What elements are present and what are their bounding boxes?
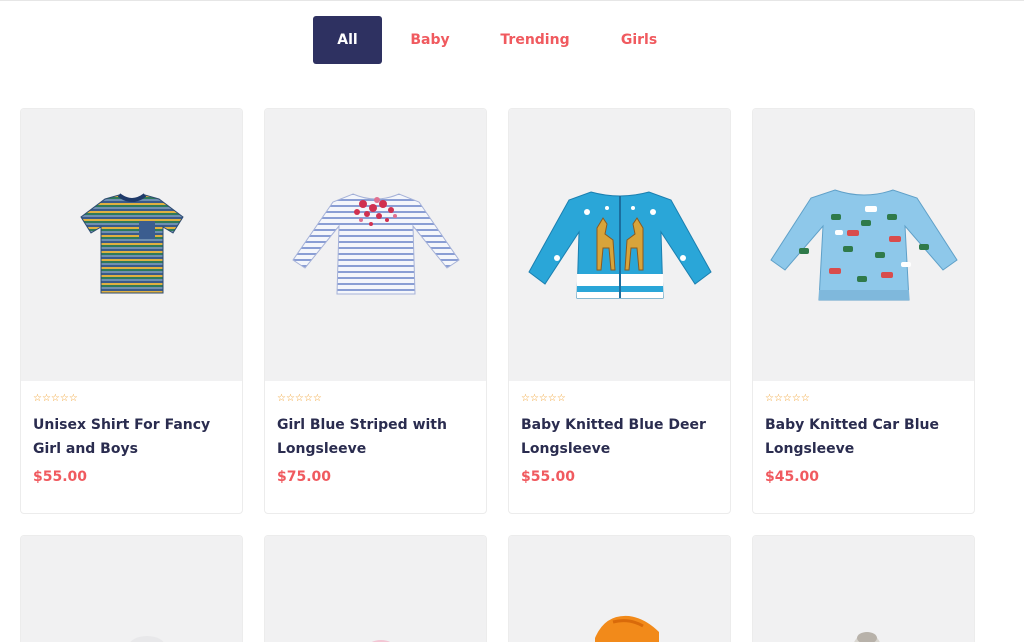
orange-shoe-icon	[595, 615, 659, 642]
deer-sweater-icon	[527, 191, 712, 299]
product-card[interactable]	[752, 535, 975, 642]
product-image[interactable]	[753, 109, 974, 381]
filter-tabs: All Baby Trending Girls	[313, 16, 686, 64]
product-image[interactable]	[753, 536, 974, 642]
rating-stars: ☆☆☆☆☆	[521, 393, 566, 404]
tab-baby[interactable]: Baby	[382, 16, 478, 64]
car-sweater-icon	[769, 189, 958, 301]
product-price: $55.00	[33, 469, 88, 485]
rating-stars: ☆☆☆☆☆	[765, 393, 810, 404]
product-grid: ☆☆☆☆☆ Unisex Shirt For Fancy Girl and Bo…	[20, 108, 976, 642]
rating-stars: ☆☆☆☆☆	[33, 393, 78, 404]
product-card[interactable]: ☆☆☆☆☆ Baby Knitted Blue Deer Longsleeve …	[508, 108, 731, 514]
tab-girls[interactable]: Girls	[592, 16, 686, 64]
product-image[interactable]	[265, 536, 486, 642]
product-image[interactable]	[265, 109, 486, 381]
rating-stars: ☆☆☆☆☆	[277, 393, 322, 404]
product-image[interactable]	[21, 109, 242, 381]
product-card[interactable]: ☆☆☆☆☆ Girl Blue Striped with Longsleeve …	[264, 108, 487, 514]
product-card[interactable]: ☆☆☆☆☆ Baby Knitted Car Blue Longsleeve $…	[752, 108, 975, 514]
striped-longsleeve-icon	[291, 193, 460, 295]
product-title[interactable]: Baby Knitted Car Blue Longsleeve	[765, 413, 962, 463]
tab-all[interactable]: All	[313, 16, 382, 64]
striped-tshirt-icon	[79, 193, 184, 294]
product-image[interactable]	[509, 109, 730, 381]
baby-shoe-icon	[130, 636, 164, 642]
product-card[interactable]: ☆☆☆☆☆ Unisex Shirt For Fancy Girl and Bo…	[20, 108, 243, 514]
grey-shoe-icon	[854, 632, 880, 642]
product-card[interactable]	[20, 535, 243, 642]
product-image[interactable]	[21, 536, 242, 642]
product-image[interactable]	[509, 536, 730, 642]
top-divider	[0, 0, 1024, 1]
product-title[interactable]: Baby Knitted Blue Deer Longsleeve	[521, 413, 718, 463]
product-price: $45.00	[765, 469, 820, 485]
product-card[interactable]	[264, 535, 487, 642]
product-price: $75.00	[277, 469, 332, 485]
product-price: $55.00	[521, 469, 576, 485]
product-card[interactable]	[508, 535, 731, 642]
product-title[interactable]: Girl Blue Striped with Longsleeve	[277, 413, 474, 463]
pink-shoe-icon	[371, 640, 391, 642]
tab-trending[interactable]: Trending	[478, 16, 592, 64]
product-title[interactable]: Unisex Shirt For Fancy Girl and Boys	[33, 413, 230, 463]
